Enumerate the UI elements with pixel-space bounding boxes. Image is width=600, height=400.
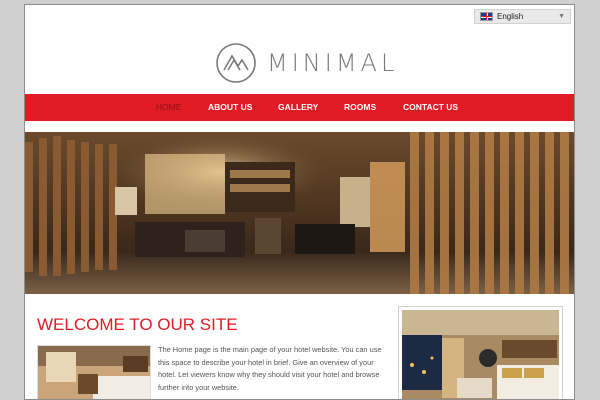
uk-flag-icon <box>480 12 493 21</box>
nav-item-gallery[interactable]: GALLERY <box>278 94 318 121</box>
main-navigation: HOME ABOUT US GALLERY ROOMS CONTACT US <box>25 94 574 121</box>
language-selector[interactable]: English ▼ <box>474 9 571 24</box>
welcome-title: WELCOME TO OUR SITE <box>37 315 238 334</box>
hotel-room-photo <box>398 306 563 399</box>
nav-ribbon-fold-left <box>24 121 25 127</box>
hero-image-lobby <box>25 132 574 294</box>
language-label: English <box>497 12 524 21</box>
welcome-body-text: The Home page is the main page of your h… <box>158 345 382 392</box>
room-thumbnail-image <box>37 345 151 399</box>
nav-item-rooms[interactable]: ROOMS <box>344 94 376 121</box>
nav-item-contact-us[interactable]: CONTACT US <box>403 94 458 121</box>
site-logo[interactable]: MINIMAL <box>215 41 398 85</box>
nav-item-about-us[interactable]: ABOUT US <box>208 94 252 121</box>
page-container: English ▼ MINIMAL HOME ABOUT US GALLERY … <box>24 4 575 400</box>
chevron-down-icon: ▼ <box>558 13 565 20</box>
nav-item-home[interactable]: HOME <box>156 94 182 121</box>
mountain-circle-logo-icon <box>216 43 256 83</box>
logo-text: MINIMAL <box>267 49 399 77</box>
